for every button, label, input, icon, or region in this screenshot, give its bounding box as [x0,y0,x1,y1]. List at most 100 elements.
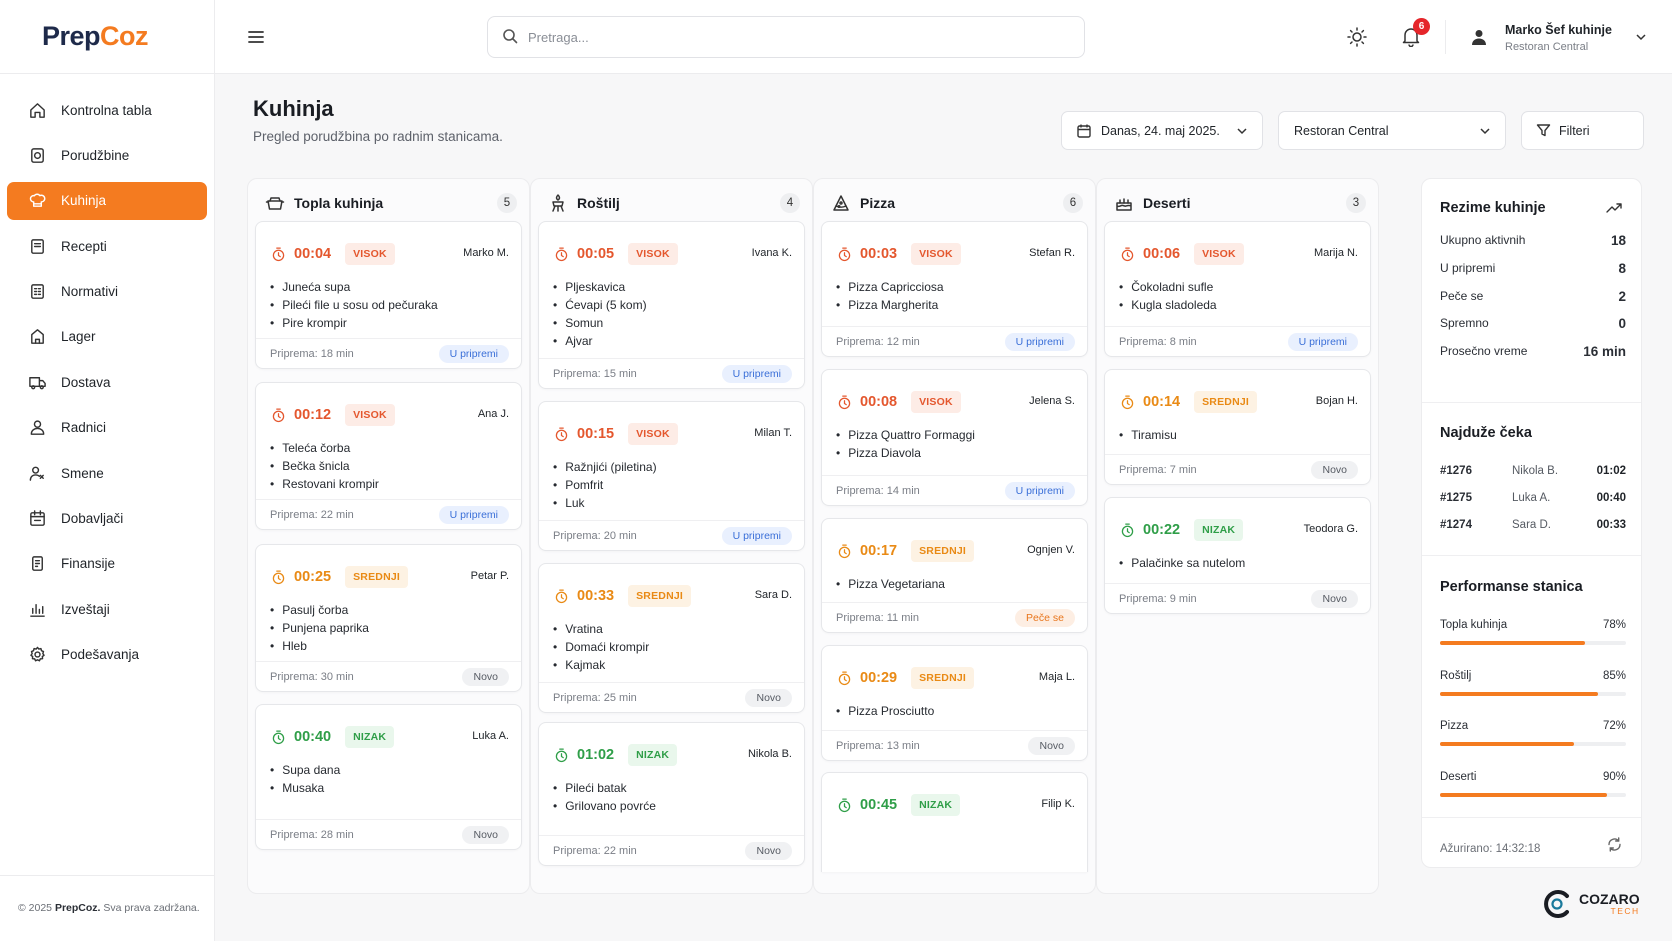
order-item: Juneća supa [270,278,438,296]
suppliers-icon [26,508,48,530]
assigned-chef: Ana J. [477,408,509,420]
timer-icon [270,569,287,586]
norms-icon [26,281,48,303]
prep-time: Priprema: 20 min [553,530,637,542]
performance-bar [1440,641,1626,645]
order-elapsed-time: 00:14 [1143,394,1181,410]
prep-time: Priprema: 8 min [1119,336,1197,348]
order-item: Musaka [270,779,340,797]
date-filter-select[interactable]: Danas, 24. maj 2025. [1061,111,1263,150]
order-card[interactable]: 00:06 VISOK Marija N. Čokoladni sufleKug… [1104,221,1371,357]
order-card[interactable]: 00:14 SREDNJI Bojan H. Tiramisu Priprema… [1104,369,1371,485]
order-status-badge[interactable]: Peče se [1015,609,1075,627]
timer-icon [1119,522,1136,539]
restaurant-select[interactable]: Restoran Central [1278,111,1506,150]
order-status-badge[interactable]: U pripremi [438,345,509,363]
order-elapsed-time: 00:04 [294,246,332,262]
assigned-chef: Ognjen V. [1027,544,1075,556]
order-card[interactable]: 00:22 NIZAK Teodora G. Palačinke sa nute… [1104,497,1371,614]
order-status-badge[interactable]: U pripremi [1004,482,1075,500]
sidebar-item-porudzbine[interactable]: Porudžbine [7,136,207,174]
menu-icon[interactable] [246,27,266,47]
order-items-list: Palačinke sa nutelom [1119,554,1245,572]
order-item: Pizza Capricciosa [836,278,943,296]
order-card-footer: Priprema: 15 min U pripremi [539,358,804,388]
order-status-badge[interactable]: Novo [462,668,509,686]
order-status-badge[interactable]: Novo [462,826,509,844]
order-card-header: 00:22 NIZAK [1119,519,1244,541]
timer-icon [553,426,570,443]
order-item: Tiramisu [1119,426,1177,444]
order-card[interactable]: 00:25 SREDNJI Petar P. Pasulj čorbaPunje… [255,544,522,692]
sidebar-item-smene[interactable]: Smene [7,454,207,492]
waiting-order-row[interactable]: #1276 Nikola B. 01:02 [1440,465,1626,477]
search-box[interactable] [487,16,1085,58]
order-status-badge[interactable]: Novo [745,689,792,707]
order-card[interactable]: 00:29 SREDNJI Maja L. Pizza Prosciutto P… [821,645,1088,761]
priority-badge: VISOK [1194,243,1244,265]
order-status-badge[interactable]: U pripremi [1287,333,1358,351]
order-card[interactable]: 00:17 SREDNJI Ognjen V. Pizza Vegetarian… [821,518,1088,633]
station-header: Roštilj 4 [531,179,812,226]
sidebar-item-dobavljaci[interactable]: Dobavljači [7,500,207,538]
order-card[interactable]: 01:02 NIZAK Nikola B. Pileći batakGrilov… [538,722,805,866]
order-items-list: Pizza Vegetariana [836,575,945,593]
sidebar-item-normativi[interactable]: Normativi [7,273,207,311]
sidebar: Prep Coz Kontrolna tabla Porudžbine Kuhin… [0,0,215,941]
waiting-order-row[interactable]: #1274 Sara D. 00:33 [1440,519,1626,531]
sidebar-item-kontrolna-tabla[interactable]: Kontrolna tabla [7,91,207,129]
sidebar-item-label: Kuhinja [61,193,107,209]
order-card[interactable]: 00:40 NIZAK Luka A. Supa danaMusaka Prip… [255,704,522,850]
sidebar-item-recepti[interactable]: Recepti [7,227,207,265]
sidebar-item-izvestaji[interactable]: Izveštaji [7,590,207,628]
assigned-chef: Luka A. [472,730,509,742]
order-status-badge[interactable]: U pripremi [721,527,792,545]
order-card[interactable]: 00:12 VISOK Ana J. Teleća čorbaBečka šni… [255,382,522,530]
order-elapsed-time: 01:02 [577,747,615,763]
order-card-footer: Priprema: 20 min U pripremi [539,520,804,550]
order-status-badge[interactable]: Novo [1311,590,1358,608]
order-card[interactable]: 00:33 SREDNJI Sara D. VratinaDomaći krom… [538,563,805,713]
order-item: Kugla sladoleda [1119,296,1216,314]
order-card[interactable]: 00:03 VISOK Stefan R. Pizza CapricciosaP… [821,221,1088,357]
order-card-footer: Priprema: 7 min Novo [1105,454,1370,484]
order-card[interactable]: 00:04 VISOK Marko M. Juneća supaPileći f… [255,221,522,369]
date-filter-label: Danas, 24. maj 2025. [1101,123,1220,138]
summary-row: Ukupno aktivnih 18 [1440,233,1626,248]
timer-icon [836,797,853,814]
theme-toggle-icon[interactable] [1346,26,1368,51]
sidebar-item-lager[interactable]: Lager [7,318,207,356]
order-status-badge[interactable]: U pripremi [438,506,509,524]
order-status-badge[interactable]: Novo [1311,461,1358,479]
sidebar-item-dostava[interactable]: Dostava [7,363,207,401]
order-status-badge[interactable]: Novo [745,842,792,860]
order-card[interactable]: 00:45 NIZAK Filip K. [821,772,1088,872]
order-items-list: Pileći batakGrilovano povrće [553,779,656,815]
order-elapsed-time: 00:22 [1143,522,1181,538]
sidebar-item-finansije[interactable]: Finansije [7,545,207,583]
refresh-icon[interactable] [1606,836,1623,856]
order-card[interactable]: 00:15 VISOK Milan T. Ražnjići (piletina)… [538,401,805,551]
order-card[interactable]: 00:08 VISOK Jelena S. Pizza Quattro Form… [821,369,1088,506]
order-status-badge[interactable]: U pripremi [1004,333,1075,351]
order-card-header: 00:12 VISOK [270,404,395,426]
waiting-order-row[interactable]: #1275 Luka A. 00:40 [1440,492,1626,504]
user-menu[interactable]: Marko Šef kuhinje Restoran Central [1470,19,1650,57]
sidebar-item-kuhinja[interactable]: Kuhinja [7,181,207,220]
order-card[interactable]: 00:05 VISOK Ivana K. PljeskavicaĆevapi (… [538,221,805,389]
station-column-deserti: Deserti 3 00:06 VISOK Marija N. Čokoladn… [1096,178,1379,894]
brand-logo[interactable]: Prep Coz [0,0,214,74]
order-items-list: Ražnjići (piletina)PomfritLuk [553,458,656,512]
filters-button[interactable]: Filteri [1521,111,1644,150]
performance-station: Topla kuhinja [1440,619,1508,631]
sidebar-item-radnici[interactable]: Radnici [7,409,207,447]
waiting-order-time: 00:40 [1596,492,1626,504]
order-item: Pizza Margherita [836,296,944,314]
order-status-badge[interactable]: U pripremi [721,365,792,383]
priority-badge: SREDNJI [911,667,975,689]
sidebar-item-podesavanja[interactable]: Podešavanja [7,636,207,674]
order-status-badge[interactable]: Novo [1028,737,1075,755]
performance-bar [1440,742,1626,746]
search-input[interactable] [528,29,1068,45]
order-card-header: 01:02 NIZAK [553,744,678,766]
